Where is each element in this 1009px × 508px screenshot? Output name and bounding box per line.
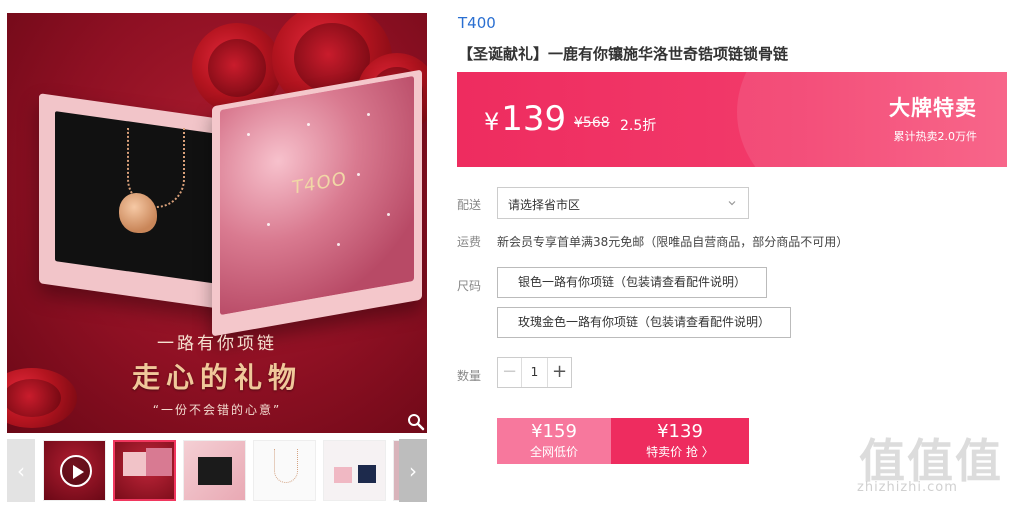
chevron-right-icon: ›: [409, 458, 417, 483]
thumbnail-video[interactable]: [43, 440, 106, 501]
buy-now-button[interactable]: ¥139 特卖价 抢 〉: [611, 418, 749, 464]
region-select[interactable]: 请选择省市区: [497, 187, 749, 219]
sparkle: [307, 123, 310, 126]
deer-pendant: [119, 193, 157, 233]
chevron-left-icon: ‹: [17, 458, 25, 483]
sparkle: [337, 243, 340, 246]
thumbnail-prev-button[interactable]: ‹: [7, 439, 35, 502]
size-option-rose-gold[interactable]: 玫瑰金色一路有你项链（包装请查看配件说明）: [497, 307, 791, 338]
quantity-input[interactable]: 1: [522, 358, 547, 387]
image-caption-name: 一路有你项链: [157, 334, 277, 354]
delivery-label: 配送: [457, 198, 482, 212]
size-option-silver[interactable]: 银色一路有你项链（包装请查看配件说明）: [497, 267, 767, 298]
size-label: 尺码: [457, 279, 482, 293]
brand-link[interactable]: T400: [458, 14, 496, 32]
image-caption-slogan: 走心的礼物: [131, 361, 302, 394]
sparkle: [357, 173, 360, 176]
quantity-label: 数量: [457, 369, 482, 383]
market-price-value: ¥159: [531, 421, 577, 442]
promo-title: 大牌特卖: [889, 96, 977, 120]
product-title: 【圣诞献礼】一鹿有你镶施华洛世奇锆项链锁骨链: [458, 45, 789, 63]
buy-now-label: 特卖价 抢 〉: [646, 445, 714, 459]
thumbnail-item[interactable]: [183, 440, 246, 501]
product-page: T4OO 一路有你项链 走心的礼物 “一份不会错的心意” ‹ › T400 【圣…: [0, 0, 1009, 508]
site-watermark: 值值值 zhizhizhi.com: [855, 425, 1005, 505]
image-caption-quote: “一份不会错的心意”: [152, 403, 282, 417]
quantity-stepper: − 1 +: [497, 357, 572, 388]
original-price: ¥568: [574, 115, 610, 131]
thumbnail-item[interactable]: [323, 440, 386, 501]
sparkle: [247, 133, 250, 136]
shipping-text: 新会员专享首单满38元免邮（限唯品自营商品，部分商品不可用）: [497, 235, 849, 249]
current-price: ¥139: [484, 99, 566, 139]
thumbnail-item[interactable]: [253, 440, 316, 501]
region-select-value: 请选择省市区: [508, 198, 581, 212]
discount-label: 2.5折: [620, 118, 657, 134]
chevron-down-icon: [728, 201, 736, 206]
quantity-decrease-button[interactable]: −: [498, 358, 522, 387]
sold-count: 累计热卖2.0万件: [893, 130, 978, 143]
play-icon: [60, 455, 92, 487]
sparkle: [267, 223, 270, 226]
main-product-image[interactable]: T4OO 一路有你项链 走心的礼物 “一份不会错的心意”: [7, 13, 427, 433]
thumbnail-item[interactable]: [113, 440, 176, 501]
sale-price-value: ¥139: [657, 421, 703, 442]
gift-box-lid-glitter: [220, 75, 414, 316]
current-price-value: 139: [501, 99, 567, 139]
buy-cta: ¥159 全网低价 ¥139 特卖价 抢 〉: [497, 418, 749, 464]
shipping-label: 运费: [457, 235, 482, 249]
sparkle: [387, 213, 390, 216]
price-banner: ¥139 ¥568 2.5折 大牌特卖 累计热卖2.0万件: [457, 72, 1007, 167]
market-price-label: 全网低价: [529, 445, 578, 459]
thumbnail-next-button[interactable]: ›: [399, 439, 427, 502]
zoom-icon[interactable]: [407, 413, 425, 431]
quantity-increase-button[interactable]: +: [547, 358, 571, 387]
currency-symbol: ¥: [484, 108, 500, 136]
market-price-button[interactable]: ¥159 全网低价: [497, 418, 611, 464]
thumbnail-strip: ‹ ›: [7, 439, 427, 502]
sparkle: [367, 113, 370, 116]
watermark-url: zhizhizhi.com: [857, 480, 958, 495]
